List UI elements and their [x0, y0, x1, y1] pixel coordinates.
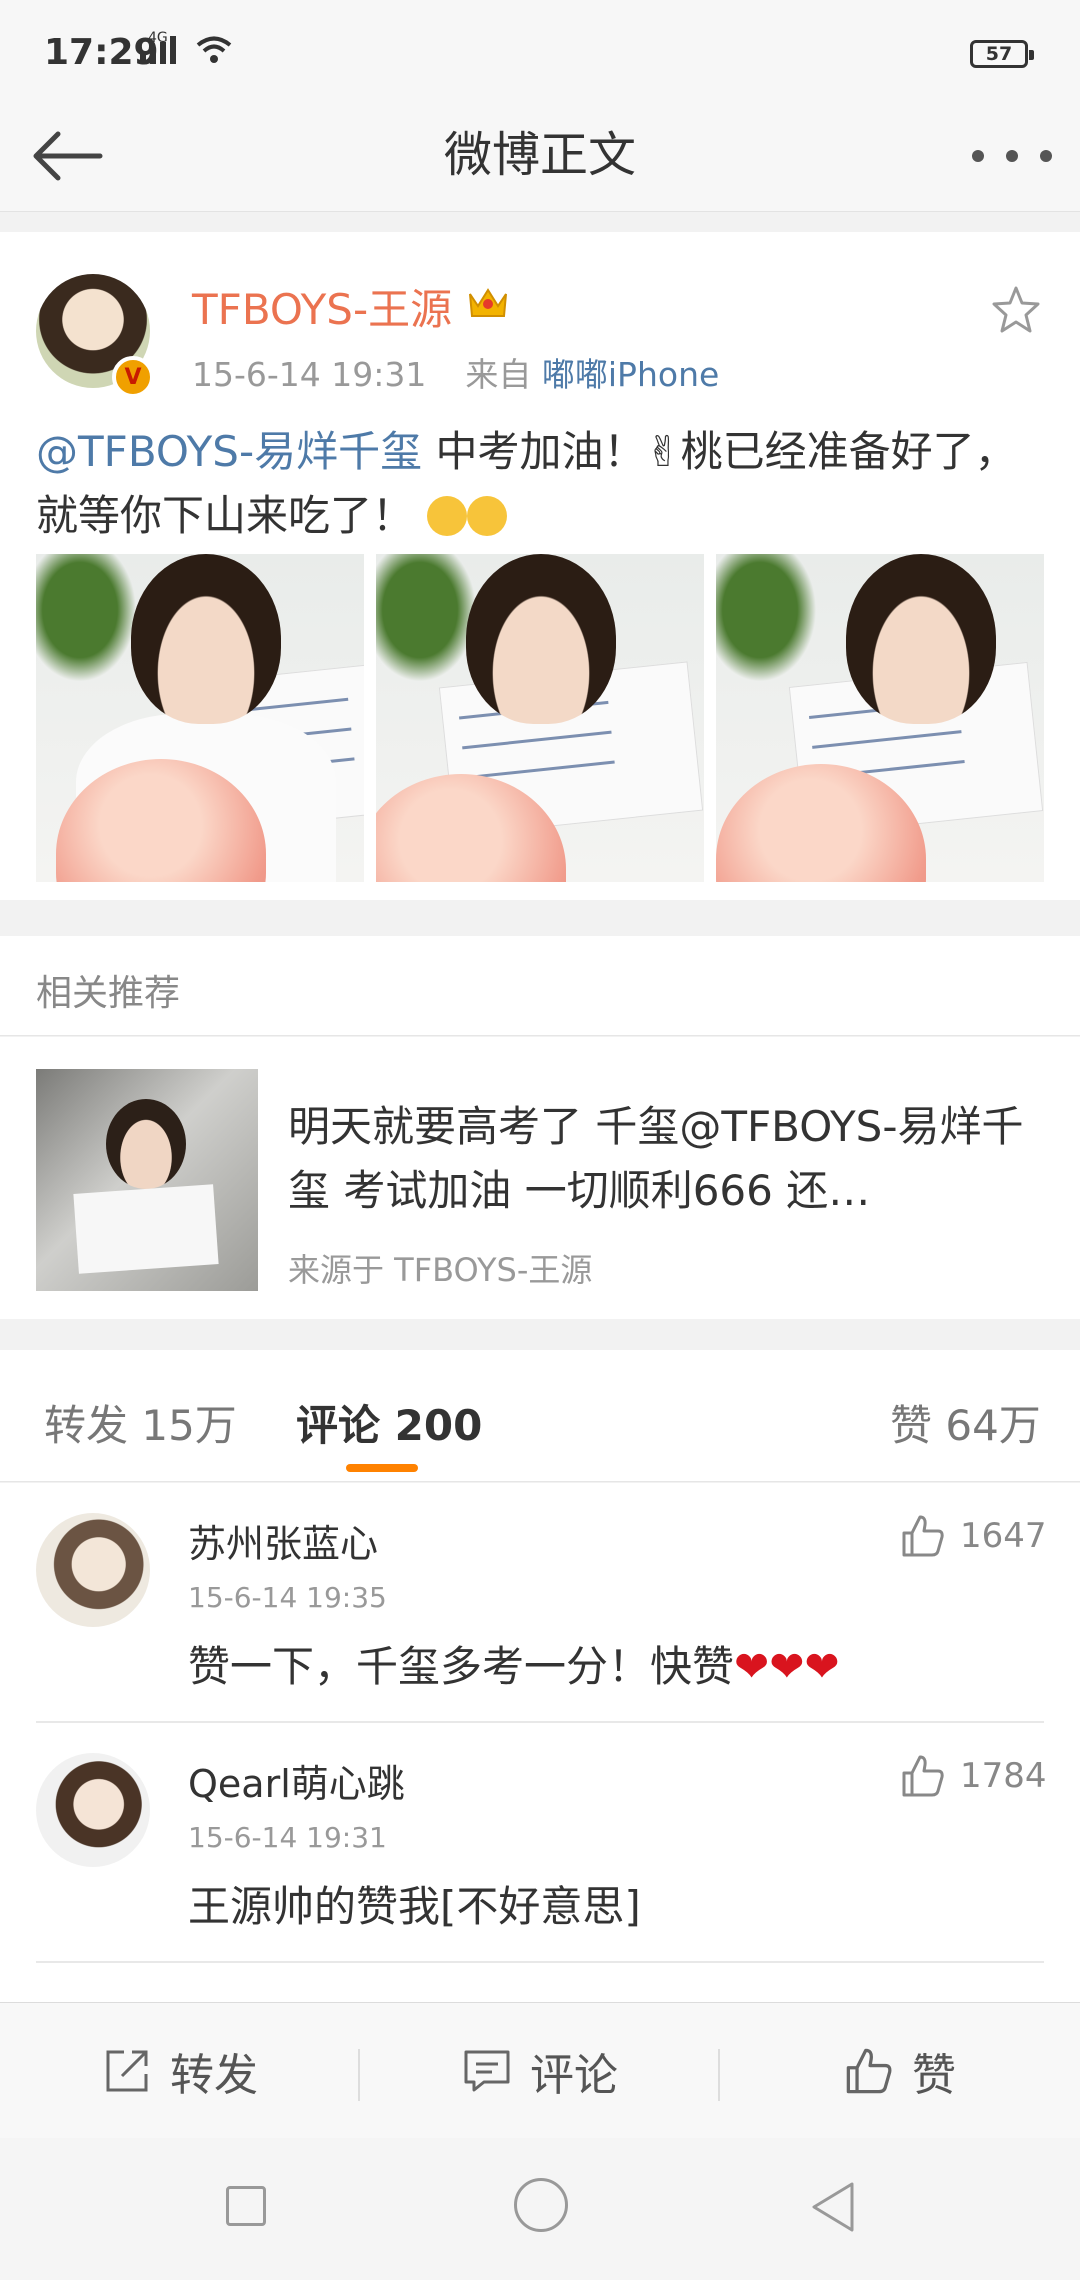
thumbs-up-icon — [902, 1515, 944, 1557]
wifi-icon — [196, 36, 232, 63]
comment-text: 王源帅的赞我[不好意思] — [188, 1882, 641, 1931]
comment-time: 15-6-14 19:35 — [188, 1581, 387, 1614]
status-bar: 17:29 4G 57 — [0, 0, 1080, 100]
grin-emoji-icon — [467, 496, 508, 536]
battery-icon: 57 — [970, 40, 1034, 68]
post-photo-2[interactable] — [376, 554, 704, 882]
back-triangle-icon[interactable] — [808, 2180, 858, 2234]
thumbs-up-icon — [902, 1755, 944, 1797]
crown-icon — [469, 288, 507, 317]
nav-bar: 微博正文 — [0, 100, 1080, 212]
like-label: 赞 — [912, 2050, 956, 2101]
verified-icon: V — [112, 356, 154, 398]
network-type: 4G — [148, 30, 168, 46]
comment-label: 评论 — [530, 2050, 618, 2101]
tab-comment[interactable]: 评论 200 — [296, 1392, 482, 1453]
post-photo-3[interactable] — [716, 554, 1044, 882]
comment-like-count: 1647 — [960, 1516, 1047, 1556]
tongue-emoji-icon — [427, 496, 468, 536]
comment-item: 苏州张蓝心 15-6-14 19:35 赞一下，千玺多考一分！快赞❤❤❤ 164… — [0, 1483, 1080, 1723]
star-icon[interactable] — [990, 284, 1042, 336]
signal-icon: 4G — [140, 30, 176, 64]
mention-link[interactable]: @TFBOYS-易烊千玺 — [36, 427, 422, 476]
bottom-toolbar: 转发 评论 赞 — [0, 2002, 1080, 2138]
photo-grid — [36, 554, 1044, 882]
comment-author[interactable]: 苏州张蓝心 — [188, 1513, 378, 1568]
recent-apps-icon[interactable] — [226, 2186, 266, 2226]
heart-icon: ❤❤❤ — [734, 1642, 840, 1691]
comment-like-button[interactable]: 1647 — [900, 1513, 1047, 1559]
more-icon[interactable] — [972, 136, 1052, 176]
comment-author[interactable]: Qearl萌心跳 — [188, 1753, 405, 1808]
comment-text: 赞一下，千玺多考一分！快赞❤❤❤ — [188, 1642, 840, 1691]
repost-icon — [106, 2050, 148, 2092]
post-source[interactable]: 嘟嘟iPhone — [542, 355, 719, 394]
related-thumbnail — [36, 1069, 258, 1291]
related-item[interactable]: 明天就要高考了 千玺@TFBOYS-易烊千玺 考试加油 一切顺利666 还… 来… — [0, 1037, 1080, 1319]
post-time: 15-6-14 19:31 — [192, 355, 427, 394]
comment-avatar[interactable] — [36, 1753, 150, 1867]
author-name[interactable]: TFBOYS-王源 — [192, 276, 452, 337]
repost-label: 转发 — [170, 2050, 258, 2101]
divider — [36, 1961, 1044, 1963]
home-icon[interactable] — [514, 2178, 568, 2232]
comment-button[interactable]: 评论 — [360, 2003, 720, 2139]
comment-list: 苏州张蓝心 15-6-14 19:35 赞一下，千玺多考一分！快赞❤❤❤ 164… — [0, 1483, 1080, 2003]
post-text: @TFBOYS-易烊千玺 中考加油！✌桃已经准备好了，就等你下山来吃了！ — [36, 420, 1046, 548]
related-header: 相关推荐 — [0, 936, 1080, 1036]
weibo-post: V TFBOYS-王源 15-6-14 19:31 来自 嘟嘟iPhone @T… — [0, 232, 1080, 900]
related-header-label: 相关推荐 — [36, 973, 181, 1014]
tab-indicator — [346, 1464, 418, 1472]
tab-repost[interactable]: 转发 15万 — [44, 1392, 237, 1453]
system-nav-bar — [0, 2138, 1080, 2280]
related-title: 明天就要高考了 千玺@TFBOYS-易烊千玺 考试加油 一切顺利666 还… — [288, 1102, 1024, 1215]
comment-icon — [464, 2050, 510, 2092]
comment-item: Qearl萌心跳 15-6-14 19:31 王源帅的赞我[不好意思] 1784 — [0, 1723, 1080, 1963]
interaction-tabs: 转发 15万 评论 200 赞 64万 — [0, 1350, 1080, 1482]
post-meta: 15-6-14 19:31 来自 嘟嘟iPhone — [192, 348, 719, 396]
tab-like[interactable]: 赞 64万 — [890, 1392, 1041, 1453]
thumbs-up-icon — [846, 2048, 892, 2094]
repost-button[interactable]: 转发 — [0, 2003, 360, 2139]
source-prefix: 来自 — [465, 355, 532, 394]
like-button[interactable]: 赞 — [720, 2003, 1080, 2139]
comment-avatar[interactable] — [36, 1513, 150, 1627]
post-photo-1[interactable] — [36, 554, 364, 882]
related-source: 来源于 TFBOYS-王源 — [288, 1251, 593, 1289]
page-title: 微博正文 — [443, 127, 636, 183]
comment-like-count: 1784 — [960, 1756, 1047, 1796]
comment-like-button[interactable]: 1784 — [900, 1753, 1047, 1799]
comment-time: 15-6-14 19:31 — [188, 1821, 387, 1854]
